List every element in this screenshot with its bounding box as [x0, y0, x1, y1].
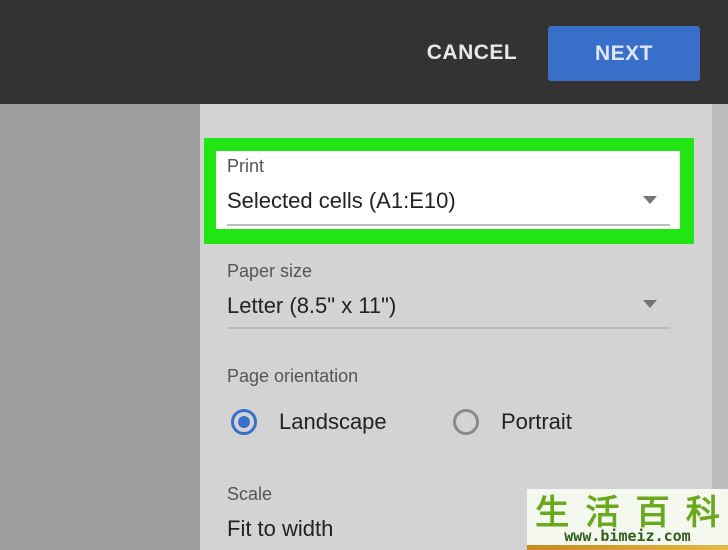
landscape-radio-label[interactable]: Landscape — [279, 409, 387, 435]
print-label: Print — [227, 156, 265, 176]
radio-selected-icon[interactable] — [231, 409, 257, 435]
dropdown-caret-icon[interactable] — [643, 300, 657, 308]
watermark-stripe — [527, 545, 728, 550]
radio-unselected-icon[interactable] — [453, 409, 479, 435]
preview-area — [0, 104, 200, 550]
paper-size-label: Paper size — [227, 261, 313, 281]
watermark-logo: 生 活 百 科 www.bimeiz.com — [527, 489, 728, 550]
portrait-radio-label[interactable]: Portrait — [501, 409, 572, 435]
print-dropdown-value[interactable]: Selected cells (A1:E10) — [227, 188, 456, 214]
cancel-button[interactable]: CANCEL — [420, 26, 524, 80]
print-dropdown-underline — [227, 224, 670, 226]
scale-dropdown-value[interactable]: Fit to width — [227, 516, 333, 542]
top-bar: CANCEL NEXT — [0, 0, 728, 104]
scale-label: Scale — [227, 484, 273, 504]
page-orientation-label: Page orientation — [227, 366, 359, 386]
watermark-url: www.bimeiz.com — [564, 527, 691, 545]
dropdown-caret-icon[interactable] — [643, 196, 657, 204]
next-button[interactable]: NEXT — [548, 26, 700, 81]
panel-scrollbar[interactable] — [712, 104, 728, 550]
watermark-chars: 生 活 百 科 — [527, 489, 728, 533]
paper-size-dropdown-value[interactable]: Letter (8.5" x 11") — [227, 293, 396, 319]
paper-size-dropdown-underline — [227, 327, 670, 329]
